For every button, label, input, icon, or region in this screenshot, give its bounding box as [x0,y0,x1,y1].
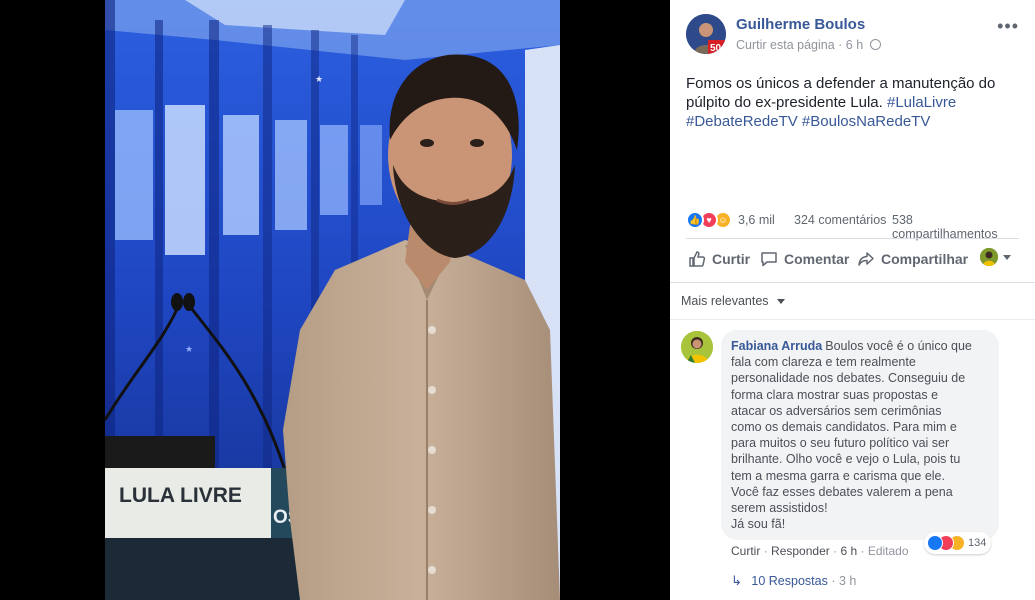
like-icon: 👍 [686,211,704,229]
comment-text-line: como os demais candidatos. Para mim e [731,420,957,435]
comment-bubble: Fabiana Arruda Boulos você é o único que … [721,330,999,541]
post-panel: 50 Guilherme Boulos Curtir esta página ·… [670,0,1035,600]
share-icon [858,252,874,266]
podium-sign-text: LULA LIVRE [119,484,242,507]
comment-like-link[interactable]: Curtir [731,544,760,558]
reactions-count[interactable]: 3,6 mil [738,213,775,227]
post-photo[interactable]: ★ ★ LULA LIVRE OS [105,0,560,600]
reply-arrow-icon: ↳ [731,573,742,588]
avatar-badge: 50 [710,43,722,54]
comment-text-line: tem a mesma garra e carisma que ele. [731,468,945,483]
photo-illustration: ★ ★ LULA LIVRE OS [105,0,560,600]
replies-link[interactable]: 10 Respostas [751,574,827,588]
post-actions: Curtir Comentar Compartilhar [686,246,1019,274]
replies-toggle[interactable]: ↳ 10 Respostas · 3 h [731,573,856,589]
screenshot-stage: ★ ★ LULA LIVRE OS 50 Guilherme Boulos Cu… [0,0,1035,600]
chevron-down-icon [777,299,786,305]
separator: · [860,544,868,558]
reaction-icons[interactable]: 👍 ♥ ☺ [686,211,738,229]
comment-actions: Curtir · Responder · 6 h · Editado [731,544,909,558]
commenter-avatar-image [681,331,713,363]
comment-text-line: atacar os adversários sem cerimônias [731,403,942,418]
post-meta: Curtir esta página · 6 h [736,38,881,52]
chevron-down-icon [1003,254,1011,260]
share-label: Compartilhar [881,251,969,267]
comment-button[interactable]: Comentar [760,250,849,268]
meta-separator: · [838,38,846,52]
reactions-summary: 👍 ♥ ☺ 3,6 mil 324 comentários 538 compar… [686,211,1019,241]
sort-label: Mais relevantes [681,294,769,308]
comment-text-line: para muitos o seu futuro político vai se… [731,436,950,451]
like-icon [927,535,943,551]
page-avatar[interactable]: 50 [686,14,726,54]
comment-text-line: Você faz esses debates valerem a pena [731,484,953,499]
shares-count[interactable]: 538 compartilhamentos [892,213,1019,241]
like-page-link[interactable]: Curtir esta página [736,38,835,52]
comments-count[interactable]: 324 comentários [794,213,886,227]
comment-text-line: Boulos você é o único que [825,339,972,353]
more-options-button[interactable]: ••• [997,16,1019,37]
comment-list: Fabiana Arruda Boulos você é o único que … [670,320,1035,600]
post-text: Fomos os únicos a defender a manutenção … [686,74,1007,131]
comment-author[interactable]: Fabiana Arruda [731,339,822,353]
comment-time[interactable]: 6 h [840,544,857,558]
replies-separator: · [831,574,839,588]
reaction-as-selector[interactable] [980,248,1011,266]
comment-edited: Editado [867,544,909,558]
share-button[interactable]: Compartilhar [857,250,968,268]
commenter-avatar[interactable] [681,331,713,363]
comments-sort-bar: Mais relevantes [670,282,1035,320]
like-button[interactable]: Curtir [688,250,750,268]
comment-icon [761,252,777,267]
comment-reactions-count: 134 [968,537,987,549]
globe-icon [869,39,881,50]
comment-text-line: serem assistidos! [731,501,828,516]
svg-text:★: ★ [315,75,323,85]
comment-text-line: forma clara mostrar suas propostas e [731,387,939,402]
hashtag-link[interactable]: #DebateRedeTV [686,113,798,130]
svg-text:★: ★ [185,345,193,355]
comments-sort-dropdown[interactable]: Mais relevantes [681,294,786,308]
post-time[interactable]: 6 h [846,38,863,52]
page-name[interactable]: Guilherme Boulos [736,16,865,33]
page-avatar-image: 50 [686,14,726,54]
post-header: 50 Guilherme Boulos Curtir esta página ·… [686,14,1023,58]
comment-text-line: personalidade nos debates. Conseguiu de [731,371,966,386]
like-label: Curtir [712,251,751,267]
comment-label: Comentar [784,251,850,267]
user-avatar-icon [980,248,998,266]
thumbs-up-icon [689,251,706,267]
separator: · [763,544,772,558]
replies-time: 3 h [838,574,857,588]
comment-text-line: Já sou fã! [731,517,786,532]
hashtag-link[interactable]: #LulaLivre [887,94,956,111]
comment-reply-link[interactable]: Responder [771,544,830,558]
divider [686,238,1019,239]
comment-text-line: brilhante. Olho você e vejo o Lula, pois… [731,452,961,467]
hashtag-link[interactable]: #BoulosNaRedeTV [802,113,930,130]
comment-reactions[interactable]: 134 [924,532,992,554]
comment-text-line: fala com clareza e tem realmente [731,355,916,370]
